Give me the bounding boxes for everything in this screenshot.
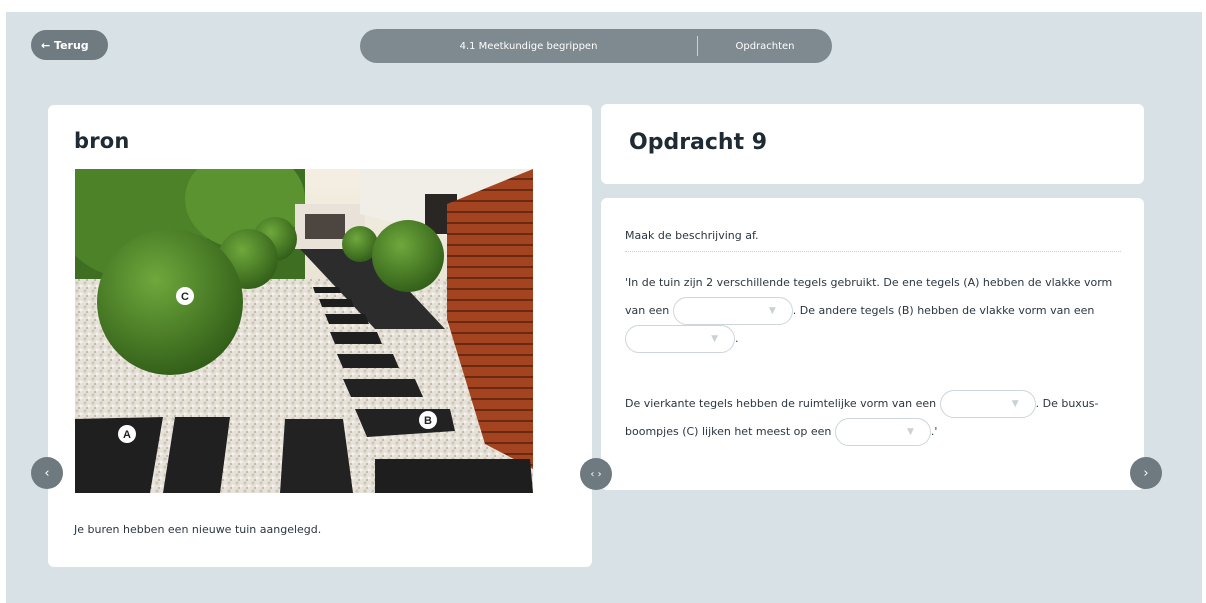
breadcrumb-section[interactable]: 4.1 Meetkundige begrippen — [360, 41, 697, 52]
paragraph-2: De vierkante tegels hebben de ruimtelijk… — [625, 390, 1125, 446]
previous-button[interactable]: ‹ — [31, 457, 63, 489]
next-button[interactable]: › — [1130, 457, 1162, 489]
assignment-title-card: Opdracht 9 — [601, 104, 1144, 184]
p2-text-3: .' — [930, 425, 938, 438]
p1-text-2: . De andere tegels (B) hebben de vlakke … — [792, 304, 1095, 317]
app-stage: ← Terug 4.1 Meetkundige begrippen Opdrac… — [6, 12, 1202, 603]
paragraph-1: 'In de tuin zijn 2 verschillende tegels … — [625, 269, 1125, 353]
chevron-left-icon: ‹ — [44, 465, 50, 481]
garden-illustration: C A B — [75, 169, 533, 493]
chevron-down-icon: ▼ — [768, 306, 776, 316]
source-card: bron C A B Je buren hebben een nieuwe tu… — [48, 105, 592, 567]
p2-text-1: De vierkante tegels hebben de ruimtelijk… — [625, 397, 937, 410]
assignment-card: Maak de beschrijving af. 'In de tuin zij… — [601, 198, 1144, 490]
dropdown-square-tile-solid[interactable]: ▼ — [939, 390, 1036, 418]
label-a-marker: A — [118, 425, 136, 443]
chevron-left-right-icon: ‹ › — [590, 468, 602, 480]
label-b-marker: B — [419, 411, 437, 429]
label-c-text: C — [181, 291, 189, 303]
chevron-down-icon: ▼ — [1011, 399, 1019, 409]
label-b-text: B — [424, 415, 432, 427]
breadcrumb: 4.1 Meetkundige begrippen Opdrachten — [360, 29, 832, 63]
back-button[interactable]: ← Terug — [31, 30, 108, 60]
assignment-instruction: Maak de beschrijving af. — [625, 229, 1121, 252]
chevron-right-icon: › — [1143, 465, 1149, 481]
back-label: ← Terug — [41, 38, 89, 52]
assignment-title: Opdracht 9 — [629, 130, 768, 155]
dropdown-tile-b-shape[interactable]: ▼ — [625, 325, 735, 353]
resize-panels-button[interactable]: ‹ › — [580, 458, 612, 490]
garden-photo: C A B — [75, 169, 533, 493]
dropdown-bush-solid[interactable]: ▼ — [834, 418, 931, 446]
dropdown-tile-a-shape[interactable]: ▼ — [672, 297, 793, 325]
source-heading: bron — [74, 129, 130, 153]
source-caption: Je buren hebben een nieuwe tuin aangeleg… — [74, 523, 322, 536]
chevron-down-icon: ▼ — [906, 427, 914, 437]
chevron-down-icon: ▼ — [711, 334, 718, 344]
label-c-marker: C — [176, 287, 194, 305]
label-a-text: A — [123, 429, 131, 441]
p1-text-3: . — [735, 332, 739, 345]
breadcrumb-page[interactable]: Opdrachten — [698, 41, 832, 52]
